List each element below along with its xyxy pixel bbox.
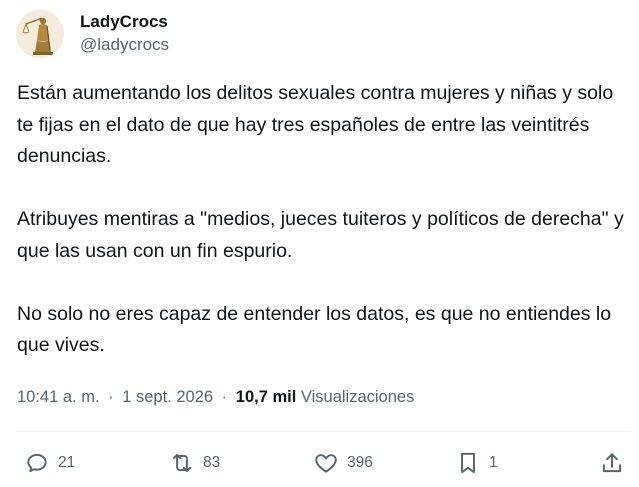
reply-count: 21: [58, 454, 76, 471]
views-count[interactable]: 10,7 mil: [236, 388, 297, 406]
bookmark-icon: [461, 452, 475, 474]
tweet-time[interactable]: 10:41 a. m.: [17, 388, 100, 406]
share-button[interactable]: [599, 450, 625, 476]
tweet-metadata: 10:41 a. m. · 1 sept. 2026 · 10,7 mil Vi…: [17, 385, 414, 409]
tweet-text: Están aumentando los delitos sexuales co…: [17, 78, 627, 362]
repost-count: 83: [203, 454, 221, 471]
meta-separator: ·: [108, 388, 114, 406]
like-count: 396: [347, 454, 373, 471]
author-handle[interactable]: @ladycrocs: [80, 33, 169, 57]
action-bar: 21 83 396 1: [0, 450, 639, 480]
author-names: LadyCrocs @ladycrocs: [80, 11, 169, 57]
meta-separator: ·: [221, 388, 228, 406]
justice-statue-icon: [16, 10, 64, 58]
share-icon: [602, 453, 622, 473]
repost-button[interactable]: 83: [169, 450, 220, 476]
avatar[interactable]: [16, 10, 64, 58]
tweet-paragraph: Están aumentando los delitos sexuales co…: [17, 82, 614, 167]
reply-button[interactable]: 21: [24, 450, 75, 476]
tweet-header: LadyCrocs @ladycrocs: [16, 10, 169, 58]
tweet-paragraph: Atribuyes mentiras a "medios, jueces tui…: [17, 208, 624, 262]
bookmark-button[interactable]: 1: [455, 450, 498, 476]
repost-icon: [172, 453, 192, 473]
bookmark-count: 1: [489, 454, 498, 471]
reply-icon: [27, 453, 47, 473]
divider: [16, 431, 629, 432]
author-display-name[interactable]: LadyCrocs: [80, 11, 169, 33]
heart-icon: [315, 454, 337, 473]
tweet-paragraph: No solo no eres capaz de entender los da…: [17, 302, 612, 357]
like-button[interactable]: 396: [313, 450, 373, 476]
tweet-date[interactable]: 1 sept. 2026: [122, 388, 213, 406]
views-label[interactable]: Visualizaciones: [301, 388, 414, 406]
